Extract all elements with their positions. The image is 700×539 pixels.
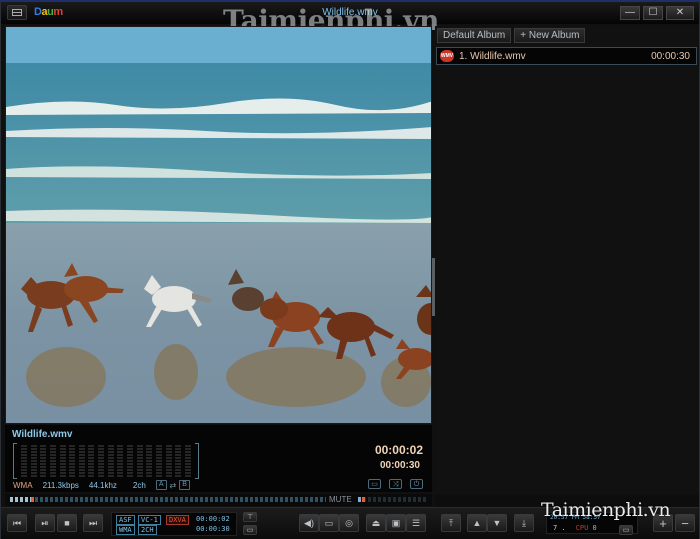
remove-file-button[interactable]: − <box>675 514 695 532</box>
move-up-button[interactable]: ▲ <box>467 514 487 532</box>
always-on-top-button[interactable]: ⊤ <box>243 512 257 522</box>
window-title: Wildlife.wmv <box>322 7 378 18</box>
spectrum-bar <box>117 445 124 477</box>
spectrum-bar <box>98 445 105 477</box>
spectrum-bar <box>21 445 27 477</box>
bitrate-label: 211.3kbps <box>42 480 79 490</box>
audio-spectrum <box>13 443 199 479</box>
spectrum-bar <box>146 445 153 477</box>
spectrum-bar <box>30 445 37 477</box>
sample-rate-label: 44.1khz <box>88 480 117 490</box>
playlist-toggle-button[interactable]: ☰ <box>406 514 426 532</box>
seek-bar[interactable] <box>10 497 326 502</box>
move-top-button[interactable]: ⤒ <box>441 514 461 532</box>
tab-default-album[interactable]: Default Album <box>437 28 512 43</box>
subtitle-button[interactable]: ▭ <box>319 514 339 532</box>
mini-current-time: 00:00:02 <box>196 515 230 523</box>
spectrum-bar <box>40 445 47 477</box>
media-player-window: Daum Wildlife.wmv Taimienphi.vn — ☐ ✕ Wi… <box>0 0 700 539</box>
video-frame <box>6 27 431 423</box>
video-display[interactable] <box>5 26 432 424</box>
close-button[interactable]: ✕ <box>666 6 694 20</box>
volume-thumb[interactable] <box>362 497 366 502</box>
spectrum-bar <box>78 445 85 477</box>
play-pause-button[interactable]: ⏯ <box>35 514 55 532</box>
wmv-file-icon: WMV <box>440 50 454 62</box>
current-time: 00:00:02 <box>374 443 423 457</box>
vr-button[interactable]: ◎ <box>339 514 359 532</box>
cpu-value: 0 <box>592 524 597 532</box>
control-bar: ⏮ ⏯ ■ ⏭ ASF VC-1 DXVA WMA 2CH 00:00:02 0… <box>1 507 699 539</box>
skin-button[interactable]: ▣ <box>386 514 406 532</box>
sky <box>6 27 431 65</box>
stop-button[interactable]: ■ <box>57 514 77 532</box>
seek-thumb[interactable] <box>31 497 35 502</box>
ab-repeat-icon: ⇄ <box>169 480 177 490</box>
playlist-mini-button[interactable]: ▭ <box>619 525 633 535</box>
shuffle-icon[interactable]: ⤨ <box>389 479 402 489</box>
playlist-item-duration: 00:00:30 <box>651 50 690 62</box>
now-playing-filename: Wildlife.wmv <box>12 429 73 440</box>
info-panel: Wildlife.wmv WMA 211.3kbps 44.1khz 2ch A… <box>5 425 432 492</box>
seek-row: MUTE <box>5 494 432 506</box>
playlist-item[interactable]: WMV 1. Wildlife.wmv 00:00:30 <box>436 47 697 65</box>
clock-readout: 20:57 PM 58:57 <box>550 514 601 521</box>
spectrum-bar <box>165 445 172 477</box>
mini-mode-button[interactable]: ▭ <box>243 525 257 535</box>
spectrum-bar <box>69 445 76 477</box>
new-album-button[interactable]: + New Album <box>514 28 586 43</box>
move-bottom-button[interactable]: ⤓ <box>514 514 534 532</box>
audio-codec-tag: WMA <box>116 525 135 535</box>
playlist-panel: Default Album + New Album WMV 1. Wildlif… <box>435 26 699 494</box>
audio-button[interactable]: ◀) <box>299 514 319 532</box>
audio-codec-label: WMA <box>13 480 33 490</box>
total-time: 00:00:30 <box>379 460 420 471</box>
stream-info: WMA 211.3kbps 44.1khz 2ch A ⇄ B <box>13 480 190 490</box>
add-file-button[interactable]: + <box>653 514 673 532</box>
playlist-divider <box>435 495 699 507</box>
spectrum-bar <box>175 445 182 477</box>
ab-repeat-b-button[interactable]: B <box>179 480 190 490</box>
channels-tag: 2CH <box>138 525 157 535</box>
maximize-button[interactable]: ☐ <box>643 6 663 20</box>
spectrum-bar <box>88 445 95 477</box>
spectrum-bar <box>107 445 114 477</box>
codec-status-panel: ASF VC-1 DXVA WMA 2CH 00:00:02 00:00:30 <box>111 512 237 536</box>
open-file-button[interactable]: ⏏ <box>366 514 386 532</box>
cpu-label: CPU <box>575 524 589 532</box>
mini-total-time: 00:00:30 <box>196 525 230 533</box>
playlist-item-title: 1. Wildlife.wmv <box>459 50 526 62</box>
spectrum-bar <box>155 445 162 477</box>
sea <box>6 63 431 223</box>
dxva-tag: DXVA <box>166 515 189 525</box>
volume-slider[interactable] <box>358 497 428 502</box>
move-down-button[interactable]: ▼ <box>487 514 507 532</box>
power-off-icon[interactable]: ⏻ <box>410 479 423 489</box>
spectrum-bar <box>184 445 191 477</box>
spectrum-bar <box>136 445 143 477</box>
spectrum-bar <box>59 445 66 477</box>
video-codec-tag: VC-1 <box>138 515 161 525</box>
spectrum-bar <box>127 445 134 477</box>
seek-progress <box>10 497 32 502</box>
ab-repeat-a-button[interactable]: A <box>155 480 167 490</box>
minimize-button[interactable]: — <box>620 6 640 20</box>
container-tag: ASF <box>116 515 135 525</box>
subtitle-toggle-icon[interactable]: ▭ <box>368 479 381 489</box>
previous-button[interactable]: ⏮ <box>7 514 27 532</box>
next-button[interactable]: ⏭ <box>83 514 103 532</box>
spectrum-bar <box>49 445 56 477</box>
title-bar[interactable]: Daum Wildlife.wmv Taimienphi.vn — ☐ ✕ <box>1 2 699 37</box>
mute-button[interactable]: MUTE <box>329 495 352 504</box>
channels-label: 2ch <box>132 480 146 490</box>
